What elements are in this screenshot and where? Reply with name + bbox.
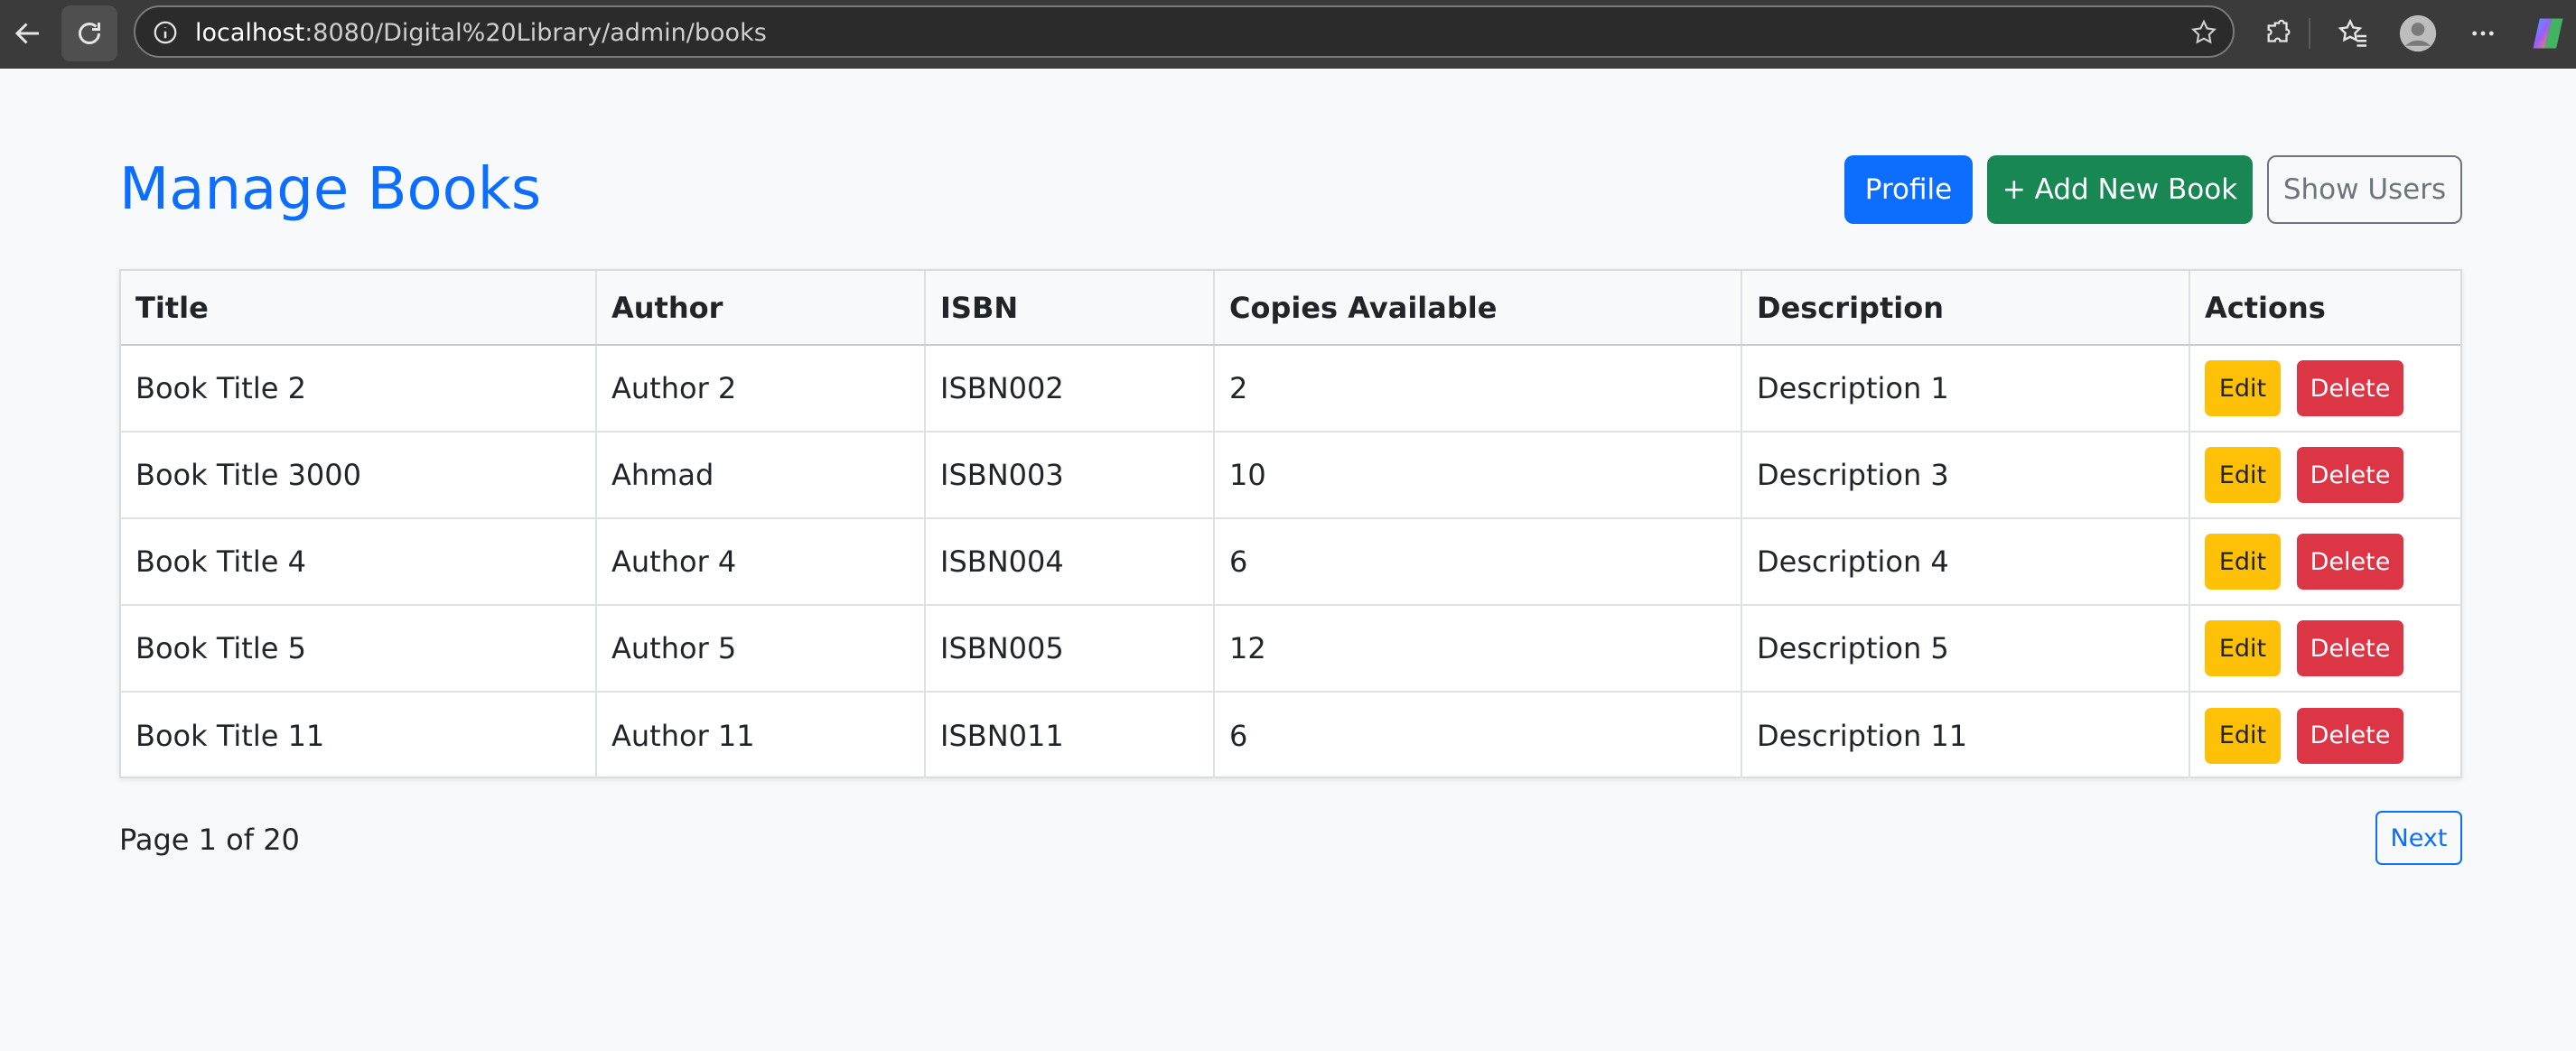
edit-button[interactable]: Edit [2205,360,2281,416]
cell-author: Author 5 [596,605,926,693]
cell-author: Author 11 [596,692,926,778]
cell-copies: 2 [1214,345,1742,432]
column-header-actions: Actions [2189,271,2460,346]
cell-description: Description 4 [1741,518,2190,606]
column-header-description[interactable]: Description [1741,271,2190,346]
puzzle-icon [2267,19,2291,42]
cell-description: Description 11 [1741,692,2190,778]
cell-copies: 6 [1214,518,1742,606]
show-users-button[interactable]: Show Users [2267,155,2462,224]
cell-description: Description 3 [1741,432,2190,519]
cell-isbn: ISBN011 [925,692,1215,778]
cell-actions: Edit Delete [2189,432,2460,519]
copilot-icon [2533,18,2563,49]
cell-isbn: ISBN005 [925,605,1215,693]
column-header-isbn[interactable]: ISBN [925,271,1215,346]
cell-isbn: ISBN004 [925,518,1215,606]
cell-title: Book Title 11 [121,692,597,778]
add-new-book-button[interactable]: + Add New Book [1987,155,2253,224]
column-header-copies[interactable]: Copies Available [1214,271,1742,346]
edit-button[interactable]: Edit [2205,707,2281,764]
url-text[interactable]: localhost:8080/Digital%20Library/admin/b… [195,20,767,47]
address-bar[interactable]: localhost:8080/Digital%20Library/admin/b… [134,5,2235,58]
cell-author: Ahmad [596,432,926,519]
profile-avatar-button[interactable] [2394,9,2442,58]
delete-button[interactable]: Delete [2297,707,2403,764]
back-button[interactable] [0,5,56,61]
more-menu-button[interactable] [2459,9,2507,58]
table-row: Book Title 3000 Ahmad ISBN003 10 Descrip… [121,432,2460,519]
table-row: Book Title 5 Author 5 ISBN005 12 Descrip… [121,605,2460,693]
cell-title: Book Title 2 [121,345,597,432]
cell-copies: 10 [1214,432,1742,519]
favorites-button[interactable] [2329,9,2377,58]
cell-actions: Edit Delete [2189,605,2460,693]
toolbar-divider [2309,18,2310,49]
table-row: Book Title 4 Author 4 ISBN004 6 Descript… [121,518,2460,606]
column-header-title[interactable]: Title [121,271,597,346]
column-header-author[interactable]: Author [596,271,926,346]
cell-actions: Edit Delete [2189,692,2460,778]
pagination-status: Page 1 of 20 [119,823,300,857]
avatar-icon [2399,14,2437,52]
cell-title: Book Title 3000 [121,432,597,519]
reload-icon [79,23,100,44]
edit-button[interactable]: Edit [2205,534,2281,590]
copilot-button[interactable] [2524,9,2572,58]
table-row: Book Title 2 Author 2 ISBN002 2 Descript… [121,345,2460,432]
delete-button[interactable]: Delete [2297,620,2403,676]
cell-author: Author 2 [596,345,926,432]
cell-actions: Edit Delete [2189,518,2460,606]
extensions-button[interactable] [2254,9,2303,58]
cell-isbn: ISBN002 [925,345,1215,432]
cell-description: Description 5 [1741,605,2190,693]
cell-isbn: ISBN003 [925,432,1215,519]
table-row: Book Title 11 Author 11 ISBN011 6 Descri… [121,692,2460,778]
reload-button[interactable] [61,5,117,61]
cell-actions: Edit Delete [2189,345,2460,432]
profile-button[interactable]: Profile [1844,155,1973,224]
page-title: Manage Books [119,156,542,223]
cell-title: Book Title 5 [121,605,597,693]
books-table: Title Author ISBN Copies Available Descr… [119,269,2462,778]
star-icon[interactable] [2189,18,2218,47]
edit-button[interactable]: Edit [2205,447,2281,503]
cell-title: Book Title 4 [121,518,597,606]
favorites-icon [2338,18,2366,47]
edit-button[interactable]: Edit [2205,620,2281,676]
cell-copies: 12 [1214,605,1742,693]
browser-toolbar: localhost:8080/Digital%20Library/admin/b… [0,0,2576,69]
info-icon[interactable] [152,19,179,46]
cell-copies: 6 [1214,692,1742,778]
delete-button[interactable]: Delete [2297,360,2403,416]
delete-button[interactable]: Delete [2297,447,2403,503]
cell-author: Author 4 [596,518,926,606]
delete-button[interactable]: Delete [2297,534,2403,590]
more-icon [2472,31,2494,36]
cell-description: Description 1 [1741,345,2190,432]
back-arrow-icon [14,23,39,44]
table-header-row: Title Author ISBN Copies Available Descr… [121,271,2460,346]
next-page-button[interactable]: Next [2375,811,2462,865]
